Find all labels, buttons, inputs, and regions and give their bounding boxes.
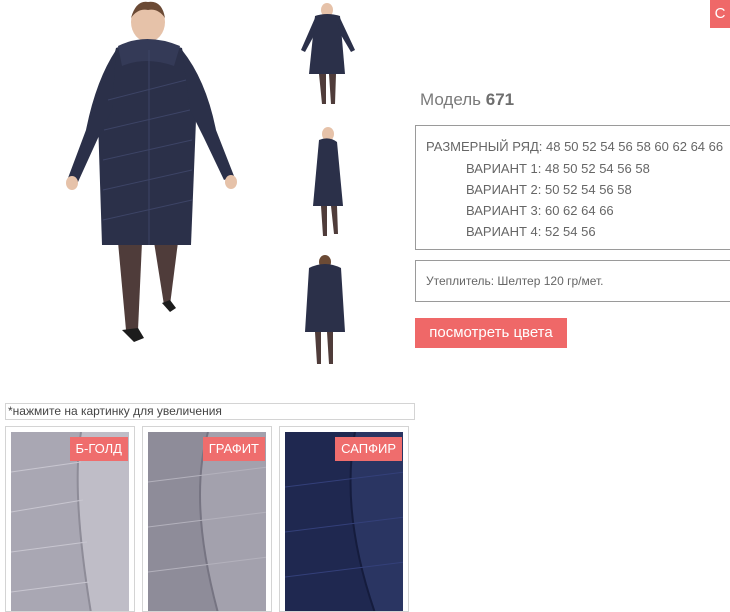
- model-number: 671: [485, 90, 515, 109]
- insulation-box: Утеплитель: Шелтер 120 гр/мет.: [415, 260, 730, 302]
- model-prefix: Модель: [420, 90, 482, 109]
- variant-2: ВАРИАНТ 2: 50 52 54 56 58: [466, 182, 632, 197]
- insulation-text: Утеплитель: Шелтер 120 гр/мет.: [426, 274, 604, 288]
- swatch-b-gold-label: Б-ГОЛД: [69, 437, 128, 461]
- size-spec-box: РАЗМЕРНЫЙ РЯД: 48 50 52 54 56 58 60 62 6…: [415, 125, 730, 250]
- variant-3: ВАРИАНТ 3: 60 62 64 66: [466, 203, 614, 218]
- view-colors-button[interactable]: посмотреть цвета: [415, 318, 567, 348]
- thumbnail-front[interactable]: [285, 0, 370, 110]
- swatch-b-gold[interactable]: Б-ГОЛД: [5, 426, 135, 612]
- thumbnail-side[interactable]: [285, 122, 370, 240]
- swatch-sapphire-label: САПФИР: [335, 437, 402, 461]
- corner-action-button[interactable]: С: [710, 0, 730, 28]
- thumbnail-back[interactable]: [285, 252, 370, 370]
- swatch-graphite[interactable]: ГРАФИТ: [142, 426, 272, 612]
- model-title: Модель 671: [420, 90, 514, 110]
- size-range: РАЗМЕРНЫЙ РЯД: 48 50 52 54 56 58 60 62 6…: [426, 139, 724, 154]
- click-to-enlarge-note: *нажмите на картинку для увеличения: [5, 403, 415, 420]
- swatch-sapphire[interactable]: САПФИР: [279, 426, 409, 612]
- main-product-photo[interactable]: [46, 0, 256, 350]
- variant-1: ВАРИАНТ 1: 48 50 52 54 56 58: [466, 161, 650, 176]
- swatch-graphite-label: ГРАФИТ: [202, 437, 265, 461]
- variant-4: ВАРИАНТ 4: 52 54 56: [466, 224, 596, 239]
